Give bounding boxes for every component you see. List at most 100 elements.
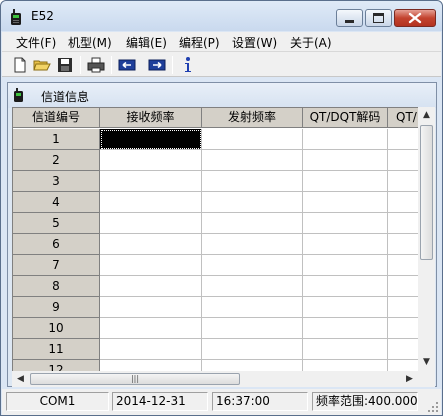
cell-qt-encode[interactable] <box>388 255 418 276</box>
cell-qt-encode[interactable] <box>388 297 418 318</box>
scroll-down-arrow-icon[interactable]: ▼ <box>418 354 435 371</box>
open-folder-icon <box>33 60 51 71</box>
cell-tx-freq[interactable] <box>202 192 303 213</box>
info-button[interactable] <box>178 55 198 75</box>
scrollbar-corner <box>418 371 435 387</box>
cell-qt-encode[interactable] <box>388 129 418 150</box>
maximize-button[interactable] <box>365 9 392 27</box>
row-header[interactable]: 1 <box>13 129 100 150</box>
cell-tx-freq[interactable] <box>202 150 303 171</box>
row-header[interactable]: 9 <box>13 297 100 318</box>
cell-tx-freq[interactable] <box>202 129 303 150</box>
print-button[interactable] <box>86 55 106 75</box>
column-header-qt-decode[interactable]: QT/DQT解码 <box>303 108 388 128</box>
resize-grip-icon[interactable] <box>427 401 439 413</box>
cell-rx-freq[interactable] <box>100 255 202 276</box>
write-button[interactable] <box>147 55 167 75</box>
cell-qt-decode[interactable] <box>303 150 388 171</box>
cell-rx-freq[interactable] <box>100 276 202 297</box>
cell-tx-freq[interactable] <box>202 318 303 339</box>
row-header[interactable]: 10 <box>13 318 100 339</box>
cell-rx-freq[interactable] <box>100 192 202 213</box>
cell-tx-freq[interactable] <box>202 276 303 297</box>
cell-qt-encode[interactable] <box>388 171 418 192</box>
column-header-qt-encode[interactable]: QT/ <box>388 108 418 128</box>
row-header[interactable]: 4 <box>13 192 100 213</box>
row-header[interactable]: 8 <box>13 276 100 297</box>
read-from-radio-icon <box>118 59 136 71</box>
scroll-up-arrow-icon[interactable]: ▲ <box>418 107 435 124</box>
cell-tx-freq[interactable] <box>202 213 303 234</box>
read-button[interactable] <box>117 55 137 75</box>
cell-qt-decode[interactable] <box>303 318 388 339</box>
channel-info-title-bar[interactable]: 信道信息 <box>8 83 436 108</box>
horizontal-scroll-thumb[interactable]: ||| <box>30 373 240 385</box>
menu-program[interactable]: 编程(P) <box>177 34 222 51</box>
cell-rx-freq[interactable] <box>100 360 202 371</box>
scroll-left-arrow-icon[interactable]: ◀ <box>12 371 29 387</box>
cell-tx-freq[interactable] <box>202 255 303 276</box>
scroll-right-arrow-icon[interactable]: ▶ <box>401 371 418 387</box>
new-button[interactable] <box>10 55 30 75</box>
menu-model[interactable]: 机型(M) <box>66 34 114 51</box>
cell-qt-decode[interactable] <box>303 339 388 360</box>
cell-tx-freq[interactable] <box>202 297 303 318</box>
vertical-scroll-thumb[interactable] <box>420 125 433 260</box>
column-header-tx-freq[interactable]: 发射频率 <box>202 108 303 128</box>
minimize-button[interactable] <box>336 9 363 27</box>
close-button[interactable] <box>394 9 436 27</box>
cell-qt-decode[interactable] <box>303 297 388 318</box>
cell-rx-freq[interactable] <box>100 150 202 171</box>
cell-rx-freq[interactable] <box>100 339 202 360</box>
vertical-scrollbar[interactable]: ▲ ▼ <box>418 107 435 371</box>
menu-settings[interactable]: 设置(W) <box>230 34 279 51</box>
cell-rx-freq[interactable] <box>100 171 202 192</box>
cell-qt-decode[interactable] <box>303 255 388 276</box>
cell-rx-freq[interactable] <box>100 318 202 339</box>
cell-tx-freq[interactable] <box>202 360 303 371</box>
toolbar-separator <box>80 56 81 74</box>
menu-edit[interactable]: 编辑(E) <box>124 34 169 51</box>
cell-qt-encode[interactable] <box>388 360 418 371</box>
cell-rx-freq[interactable] <box>100 213 202 234</box>
cell-rx-freq[interactable] <box>100 297 202 318</box>
row-header[interactable]: 3 <box>13 171 100 192</box>
row-header[interactable]: 11 <box>13 339 100 360</box>
status-time: 16:37:00 <box>212 392 308 411</box>
status-port: COM1 <box>6 392 109 411</box>
cell-qt-decode[interactable] <box>303 276 388 297</box>
horizontal-scrollbar[interactable]: ◀ ||| ▶ <box>12 371 418 387</box>
cell-qt-decode[interactable] <box>303 171 388 192</box>
cell-rx-freq[interactable] <box>100 129 202 150</box>
cell-tx-freq[interactable] <box>202 171 303 192</box>
cell-qt-encode[interactable] <box>388 276 418 297</box>
menu-file[interactable]: 文件(F) <box>14 34 58 51</box>
row-header[interactable]: 5 <box>13 213 100 234</box>
cell-qt-encode[interactable] <box>388 192 418 213</box>
cell-qt-decode[interactable] <box>303 192 388 213</box>
cell-qt-decode[interactable] <box>303 234 388 255</box>
row-header[interactable]: 7 <box>13 255 100 276</box>
cell-qt-decode[interactable] <box>303 360 388 371</box>
title-bar[interactable]: E52 <box>1 1 442 31</box>
column-header-channel-no[interactable]: 信道编号 <box>13 108 100 128</box>
column-header-rx-freq[interactable]: 接收频率 <box>100 108 202 128</box>
save-button[interactable] <box>55 55 75 75</box>
menu-about[interactable]: 关于(A) <box>288 34 334 51</box>
row-header[interactable]: 12 <box>13 360 100 371</box>
info-icon <box>185 57 191 72</box>
cell-qt-encode[interactable] <box>388 213 418 234</box>
open-button[interactable] <box>32 55 52 75</box>
cell-qt-encode[interactable] <box>388 318 418 339</box>
cell-qt-encode[interactable] <box>388 234 418 255</box>
row-header[interactable]: 2 <box>13 150 100 171</box>
cell-rx-freq[interactable] <box>100 234 202 255</box>
cell-qt-decode[interactable] <box>303 213 388 234</box>
cell-tx-freq[interactable] <box>202 234 303 255</box>
cell-tx-freq[interactable] <box>202 339 303 360</box>
channel-info-title: 信道信息 <box>41 90 90 104</box>
row-header[interactable]: 6 <box>13 234 100 255</box>
cell-qt-encode[interactable] <box>388 150 418 171</box>
cell-qt-decode[interactable] <box>303 129 388 150</box>
cell-qt-encode[interactable] <box>388 339 418 360</box>
